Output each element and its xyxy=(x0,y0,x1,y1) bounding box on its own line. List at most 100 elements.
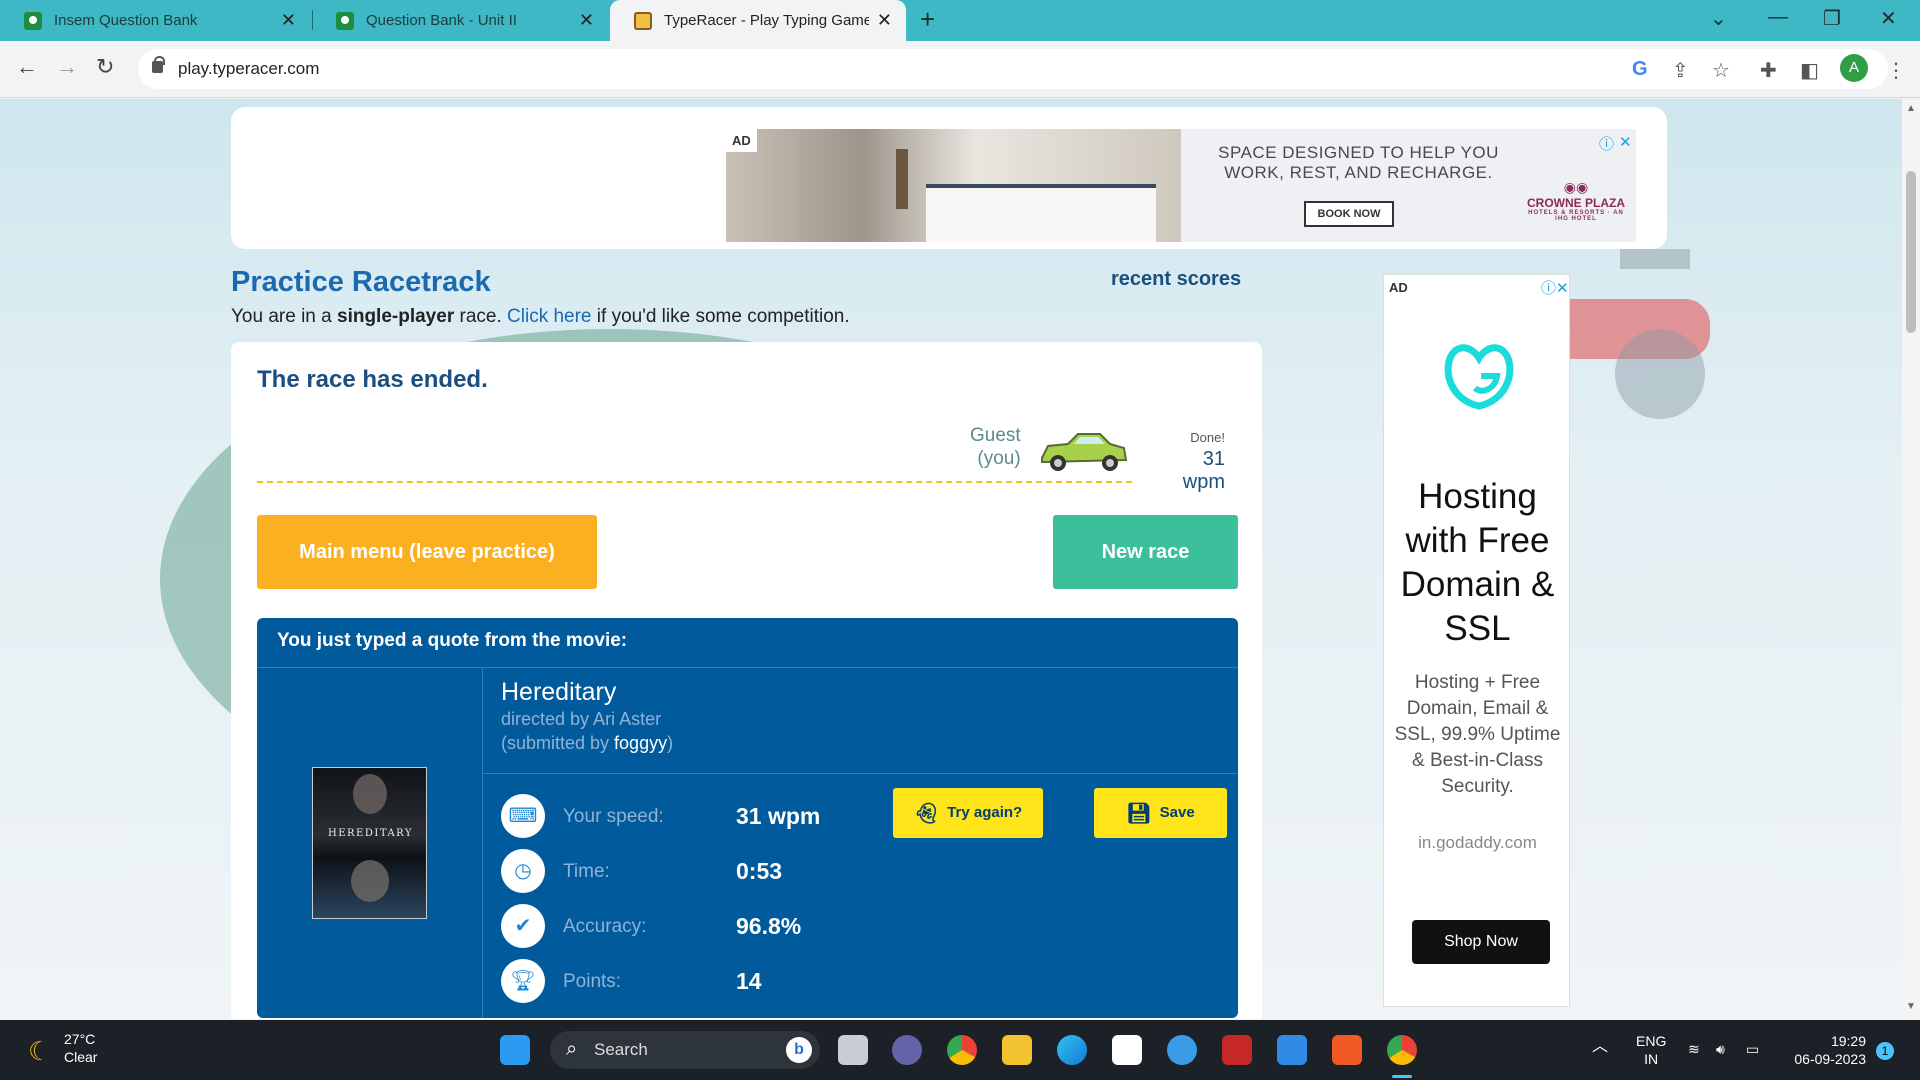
check-icon: ✔ xyxy=(501,904,545,948)
tab-search-chevron-icon[interactable]: ⌄ xyxy=(1710,6,1727,31)
language-indicator[interactable]: ENG IN xyxy=(1636,1032,1666,1068)
stat-value: 96.8% xyxy=(736,913,802,939)
bing-icon[interactable]: b xyxy=(786,1037,812,1063)
lamp-shape xyxy=(896,149,908,209)
crowne-plaza-ad[interactable]: AD SPACE DESIGNED TO HELP YOU WORK, REST… xyxy=(726,129,1636,242)
browser-toolbar: ← → ↻ play.typeracer.com G ⇪ ☆ ✚ ◧ A ⋮ xyxy=(0,41,1920,98)
tab-close-icon[interactable]: ✕ xyxy=(281,10,296,31)
player-name: Guest xyxy=(970,425,1021,446)
stat-time: ◷ Time: 0:53 xyxy=(501,849,851,895)
movie-submitted-by: (submitted by foggyy) xyxy=(501,731,673,755)
show-hidden-icons-chevron-icon[interactable]: ︿ xyxy=(1592,1038,1608,1056)
teams-chat-icon[interactable] xyxy=(892,1035,922,1065)
try-again-label: Try again? xyxy=(947,804,1023,821)
shop-now-button[interactable]: Shop Now xyxy=(1412,920,1550,964)
tab-close-icon[interactable]: ✕ xyxy=(579,10,594,31)
ghost-icon: 👻︎ xyxy=(913,803,940,825)
microsoft-store-icon[interactable] xyxy=(1112,1035,1142,1065)
poster-face-bottom xyxy=(351,860,389,902)
recent-scores-link[interactable]: recent scores xyxy=(1111,268,1241,291)
submitter-link[interactable]: foggyy xyxy=(614,733,667,753)
windows-taskbar: ☾ 27°C Clear ⌕ Search b ︿ ENG IN ≋ 🔊︎ ▭ … xyxy=(0,1020,1920,1080)
book-now-button[interactable]: BOOK NOW xyxy=(1304,201,1394,227)
volume-icon[interactable]: 🔊︎ xyxy=(1716,1040,1725,1058)
race-panel: The race has ended. Guest (you) Done! 31… xyxy=(231,342,1262,1019)
brave-icon[interactable] xyxy=(1332,1035,1362,1065)
edge-icon[interactable] xyxy=(1057,1035,1087,1065)
vscode-icon[interactable] xyxy=(1277,1035,1307,1065)
notification-badge[interactable]: 1 xyxy=(1876,1042,1894,1060)
battery-icon[interactable]: ▭ xyxy=(1746,1040,1759,1058)
godaddy-side-ad[interactable]: AD ⓘ✕ Hosting with Free Domain & SSL Hos… xyxy=(1383,274,1570,1007)
task-view-icon[interactable] xyxy=(838,1035,868,1065)
race-status: The race has ended. xyxy=(257,366,488,393)
stat-points: 🏆︎ Points: 14 xyxy=(501,959,851,1005)
tab-typeracer[interactable]: TypeRacer - Play Typing Games a ✕ xyxy=(610,0,906,41)
help-app-icon[interactable] xyxy=(1167,1035,1197,1065)
stat-speed: ⌨ Your speed: 31 wpm xyxy=(501,794,851,840)
tab-title: Question Bank - Unit II xyxy=(366,12,517,29)
scroll-up-icon[interactable]: ▲ xyxy=(1906,103,1916,114)
page-scrollbar[interactable]: ▲ ▼ xyxy=(1902,99,1920,1019)
wifi-icon[interactable]: ≋ xyxy=(1688,1040,1700,1058)
ad-info-close-icon[interactable]: ⓘ✕ xyxy=(1541,277,1569,298)
bookmark-star-icon[interactable]: ☆ xyxy=(1712,58,1730,83)
side-panel-icon[interactable]: ◧ xyxy=(1800,58,1819,83)
movie-info: Hereditary directed by Ari Aster (submit… xyxy=(501,678,673,755)
forward-arrow-icon[interactable]: → xyxy=(56,54,78,80)
new-tab-icon[interactable]: + xyxy=(920,4,935,35)
page-title: Practice Racetrack xyxy=(231,266,491,298)
scrollbar-thumb[interactable] xyxy=(1906,171,1916,333)
extensions-puzzle-icon[interactable]: ✚ xyxy=(1760,58,1777,83)
share-icon[interactable]: ⇪ xyxy=(1672,58,1689,83)
mcafee-icon[interactable] xyxy=(1222,1035,1252,1065)
try-again-button[interactable]: 👻︎ Try again? xyxy=(893,788,1043,838)
time: 19:29 xyxy=(1830,1033,1866,1049)
moon-weather-icon[interactable]: ☾ xyxy=(28,1036,51,1067)
ad-headline: SPACE DESIGNED TO HELP YOU WORK, REST, A… xyxy=(1218,143,1499,182)
player-label: Guest (you) xyxy=(970,424,1021,470)
ad-close-icon[interactable]: ✕ xyxy=(1619,133,1632,151)
clock[interactable]: 19:29 06-09-2023 xyxy=(1786,1032,1866,1068)
restore-icon[interactable]: ❐ xyxy=(1823,6,1841,31)
tab-insem-question-bank[interactable]: Insem Question Bank ✕ xyxy=(0,0,310,41)
tab-close-icon[interactable]: ✕ xyxy=(877,10,892,31)
ad-label: AD xyxy=(726,129,757,152)
profile-avatar[interactable]: A xyxy=(1840,54,1868,82)
chrome-icon[interactable] xyxy=(947,1035,977,1065)
movie-director: directed by Ari Aster xyxy=(501,709,662,729)
player-car-icon xyxy=(1041,433,1128,471)
tab-strip: Insem Question Bank ✕ Question Bank - Un… xyxy=(0,0,1920,41)
competition-link[interactable]: Click here xyxy=(507,306,591,327)
stat-label: Your speed: xyxy=(563,806,664,827)
stat-label: Accuracy: xyxy=(563,916,647,937)
tab-question-bank-unit-ii[interactable]: Question Bank - Unit II ✕ xyxy=(312,0,608,41)
taskbar-search[interactable]: ⌕ Search b xyxy=(550,1031,820,1069)
new-race-button[interactable]: New race xyxy=(1053,515,1238,589)
close-window-icon[interactable]: ✕ xyxy=(1880,6,1897,31)
windows-start-icon[interactable] xyxy=(500,1035,530,1065)
google-lens-icon[interactable]: G xyxy=(1632,58,1648,81)
save-button[interactable]: 💾︎ Save xyxy=(1094,788,1227,838)
main-menu-button[interactable]: Main menu (leave practice) xyxy=(257,515,597,589)
chrome-active-icon[interactable] xyxy=(1387,1035,1417,1065)
weather-widget[interactable]: 27°C Clear xyxy=(64,1030,97,1066)
reload-icon[interactable]: ↻ xyxy=(96,54,114,80)
back-arrow-icon[interactable]: ← xyxy=(16,54,38,80)
ad-info-icon[interactable]: ⓘ xyxy=(1599,133,1614,154)
floppy-disk-icon: 💾︎ xyxy=(1126,803,1152,825)
scroll-down-icon[interactable]: ▼ xyxy=(1906,1001,1916,1012)
lock-icon xyxy=(152,56,165,73)
file-explorer-icon[interactable] xyxy=(1002,1035,1032,1065)
weather-condition: Clear xyxy=(64,1049,98,1065)
address-bar[interactable]: play.typeracer.com xyxy=(138,49,1888,89)
minimize-icon[interactable]: — xyxy=(1768,6,1788,29)
race-result-box: You just typed a quote from the movie: H… xyxy=(257,618,1238,1018)
search-icon: ⌕ xyxy=(566,1038,578,1060)
bed-shape xyxy=(926,184,1156,242)
poster-title: HEREDITARY xyxy=(328,828,413,839)
submitted-prefix: (submitted by xyxy=(501,733,615,753)
typeracer-favicon-icon xyxy=(634,11,652,30)
top-banner-ad-container: AD SPACE DESIGNED TO HELP YOU WORK, REST… xyxy=(231,107,1667,249)
more-menu-icon[interactable]: ⋮ xyxy=(1886,58,1906,83)
